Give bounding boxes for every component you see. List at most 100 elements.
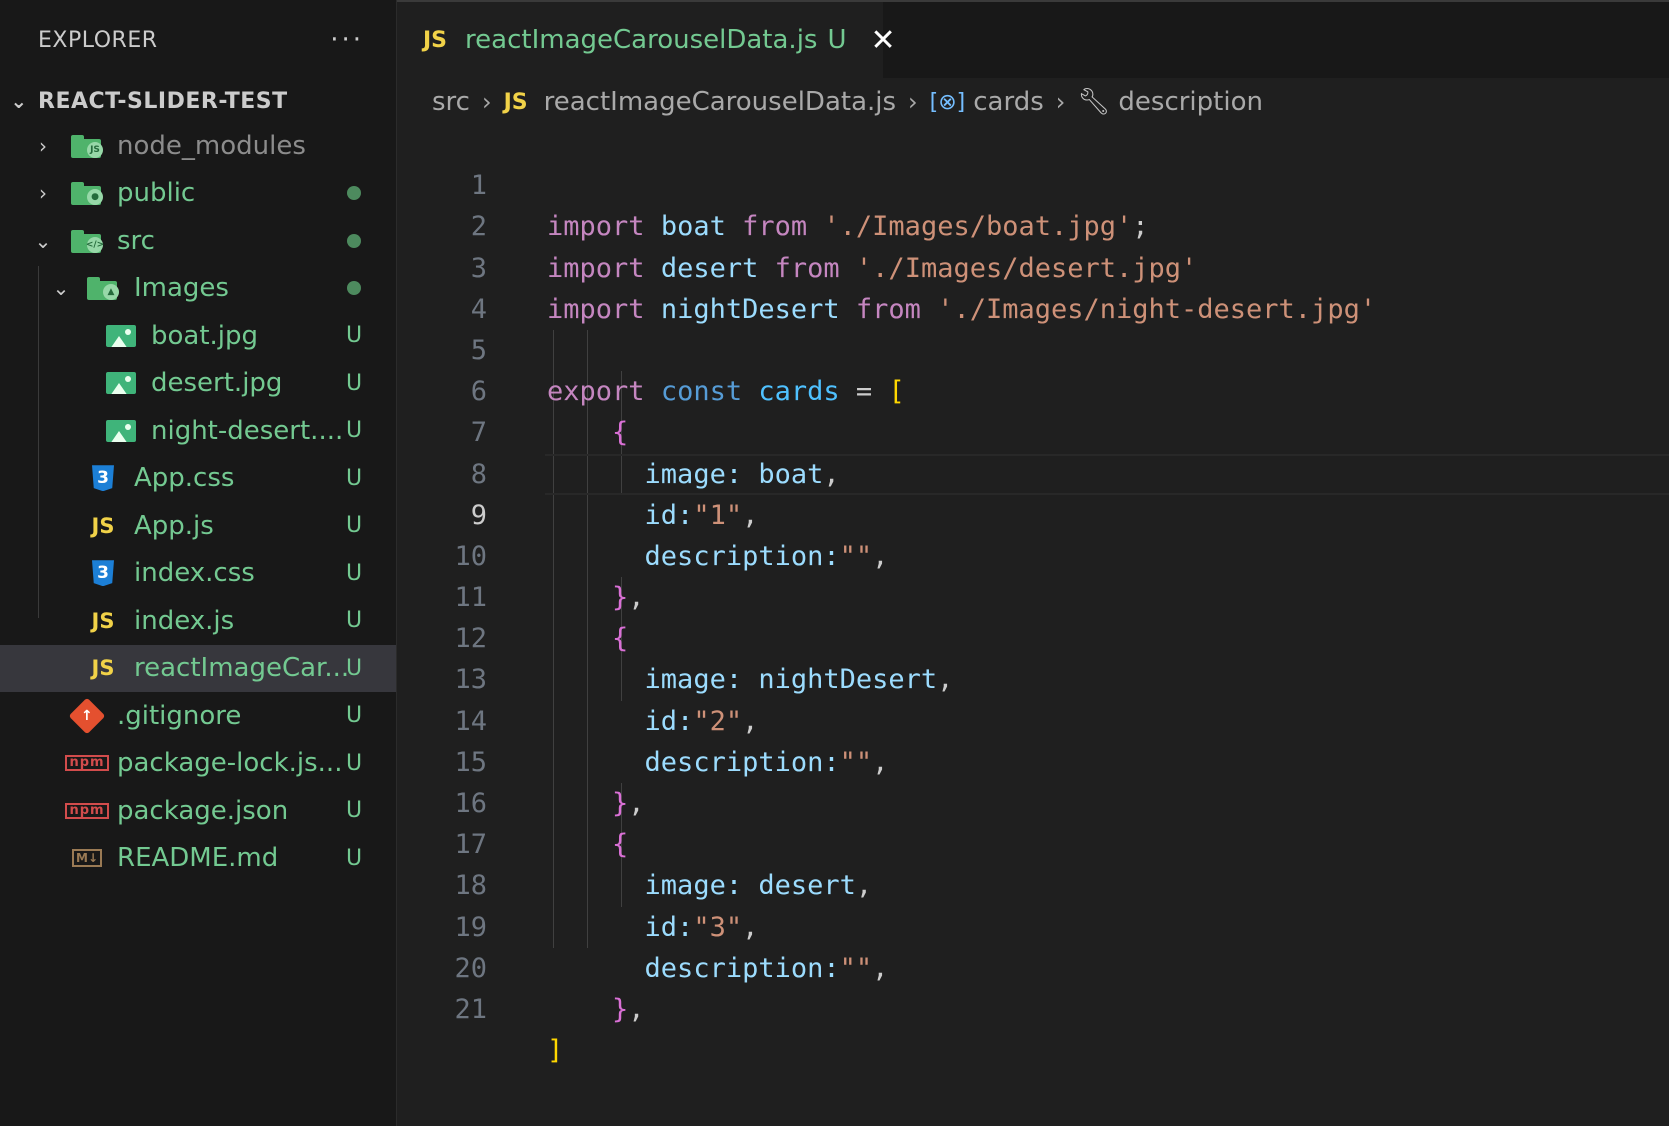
- js-file-icon: JS: [503, 89, 528, 115]
- tree-item-label: App.css: [134, 463, 235, 494]
- code-line: 8 id:"1",: [397, 412, 1669, 531]
- token-bracket: ]: [547, 1035, 564, 1067]
- code-editor[interactable]: 1 import boat from './Images/boat.jpg'; …: [397, 124, 1669, 1066]
- tree-item-label: night-desert....: [151, 415, 344, 446]
- untracked-badge: U: [345, 465, 363, 491]
- code-line: 20 },: [397, 907, 1669, 1025]
- breadcrumb-folder[interactable]: src: [432, 87, 470, 117]
- tree-item-label: .gitignore: [117, 700, 242, 731]
- file-tree: › JS node_modules › ● public ⌄ </> src ⌄…: [0, 122, 396, 882]
- code-line: 15 },: [397, 701, 1669, 819]
- tree-item-label: package.json: [117, 795, 289, 826]
- tab-status-badge: U: [827, 25, 847, 55]
- tree-item-label: boat.jpg: [151, 320, 259, 351]
- code-line: 7 image: boat,: [397, 371, 1669, 489]
- tree-item-label: desert.jpg: [151, 368, 283, 399]
- tree-item-desert-jpg[interactable]: desert.jpg U: [0, 360, 396, 408]
- untracked-badge: U: [345, 608, 363, 634]
- untracked-badge: U: [345, 845, 363, 871]
- code-line: 2 import desert from './Images/desert.jp…: [397, 165, 1669, 283]
- code-line: 17 image: desert,: [397, 783, 1669, 901]
- code-line: 4: [397, 248, 1669, 325]
- tree-item-images[interactable]: ⌄ ▲ Images: [0, 265, 396, 313]
- chevron-right-icon: ›: [39, 133, 47, 158]
- more-actions-button[interactable]: ···: [330, 25, 364, 55]
- code-line: 12 image: nightDesert,: [397, 577, 1669, 695]
- code-line: 18 id:"3",: [397, 824, 1669, 942]
- js-file-icon: JS: [91, 608, 115, 633]
- code-line: 14 description:"",: [397, 659, 1669, 778]
- chevron-down-icon: ⌄: [10, 89, 28, 113]
- wrench-icon: 🔧︎: [1077, 87, 1111, 117]
- tab-label: reactImageCarouselData.js: [465, 25, 818, 55]
- tree-item-package-json[interactable]: npm package.json U: [0, 787, 396, 835]
- untracked-badge: U: [345, 798, 363, 824]
- npm-icon: npm: [65, 796, 109, 826]
- tree-item-react-image-carousel-data-js[interactable]: JS reactImageCar... U: [0, 644, 396, 692]
- code-line: 19 description:"",: [397, 865, 1669, 984]
- modified-dot: [347, 186, 361, 201]
- workspace-root[interactable]: ⌄ REACT-SLIDER-TEST: [0, 80, 396, 122]
- line-number: 21: [454, 993, 487, 1025]
- chevron-down-icon: ⌄: [52, 276, 70, 301]
- tree-item-public[interactable]: › ● public: [0, 170, 396, 218]
- code-line: 13 id:"2",: [397, 618, 1669, 736]
- css-file-icon: 3: [86, 558, 120, 588]
- editor-tab-bar: JS reactImageCarouselData.js U ✕: [397, 0, 1669, 78]
- code-line: 16 {: [397, 742, 1669, 860]
- explorer-sidebar: EXPLORER ··· ⌄ REACT-SLIDER-TEST › JS no…: [0, 0, 397, 1126]
- code-line: 1 import boat from './Images/boat.jpg';: [397, 124, 1669, 242]
- code-line: 10 },: [397, 495, 1669, 613]
- tree-item-src[interactable]: ⌄ </> src: [0, 217, 396, 265]
- code-line: 5 export const cards = [: [397, 289, 1669, 407]
- close-icon[interactable]: ✕: [871, 23, 896, 58]
- token-bracket: }: [612, 993, 629, 1025]
- git-icon: ↑: [68, 697, 106, 735]
- explorer-title: EXPLORER: [38, 27, 158, 53]
- untracked-badge: U: [345, 513, 363, 539]
- tree-item-label: node_modules: [117, 130, 306, 161]
- code-line: 3 import nightDesert from './Images/nigh…: [397, 206, 1669, 325]
- code-line-current: 9 description:"",: [397, 453, 1669, 572]
- tree-item-night-desert-jpg[interactable]: night-desert.... U: [0, 407, 396, 455]
- breadcrumb: src › JS reactImageCarouselData.js › [⊗]…: [432, 80, 1263, 124]
- tree-item-label: Images: [134, 273, 229, 304]
- tree-item-index-js[interactable]: JS index.js U: [0, 597, 396, 645]
- image-file-icon: [104, 368, 138, 398]
- chevron-right-icon: ›: [1055, 88, 1066, 116]
- tree-item-boat-jpg[interactable]: boat.jpg U: [0, 312, 396, 360]
- untracked-badge: U: [345, 655, 363, 681]
- markdown-icon: M↓: [70, 843, 104, 873]
- breadcrumb-symbol-cards[interactable]: cards: [973, 87, 1044, 117]
- tab-react-image-carousel-data[interactable]: JS reactImageCarouselData.js U ✕: [397, 2, 896, 78]
- npm-icon: npm: [65, 748, 109, 778]
- js-file-icon: JS: [91, 513, 115, 538]
- tree-item-label: App.js: [134, 510, 214, 541]
- tree-item-readme-md[interactable]: M↓ README.md U: [0, 835, 396, 883]
- image-file-icon: [104, 321, 138, 351]
- tree-item-app-css[interactable]: 3 App.css U: [0, 455, 396, 503]
- modified-dot: [347, 233, 361, 248]
- variable-icon: [⊗]: [929, 89, 966, 115]
- tree-item-node-modules[interactable]: › JS node_modules: [0, 122, 396, 170]
- tree-item-package-lock-json[interactable]: npm package-lock.js... U: [0, 740, 396, 788]
- tree-item-gitignore[interactable]: ↑ .gitignore U: [0, 692, 396, 740]
- untracked-badge: U: [345, 560, 363, 586]
- tree-item-index-css[interactable]: 3 index.css U: [0, 550, 396, 598]
- modified-dot: [347, 281, 361, 296]
- code-line: 21 ]: [397, 948, 1669, 1066]
- tree-item-app-js[interactable]: JS App.js U: [0, 502, 396, 550]
- folder-public-icon: ●: [70, 178, 104, 208]
- chevron-right-icon: ›: [481, 88, 492, 116]
- folder-images-icon: ▲: [86, 273, 120, 303]
- breadcrumb-symbol-description[interactable]: description: [1118, 87, 1263, 117]
- folder-src-icon: </>: [70, 226, 104, 256]
- code-line: 11 {: [397, 536, 1669, 654]
- tree-item-label: README.md: [117, 843, 279, 874]
- chevron-down-icon: ⌄: [34, 228, 52, 253]
- untracked-badge: U: [345, 750, 363, 776]
- untracked-badge: U: [345, 418, 363, 444]
- breadcrumb-file[interactable]: reactImageCarouselData.js: [544, 87, 896, 117]
- chevron-right-icon: ›: [908, 88, 918, 116]
- js-file-icon: JS: [91, 656, 115, 681]
